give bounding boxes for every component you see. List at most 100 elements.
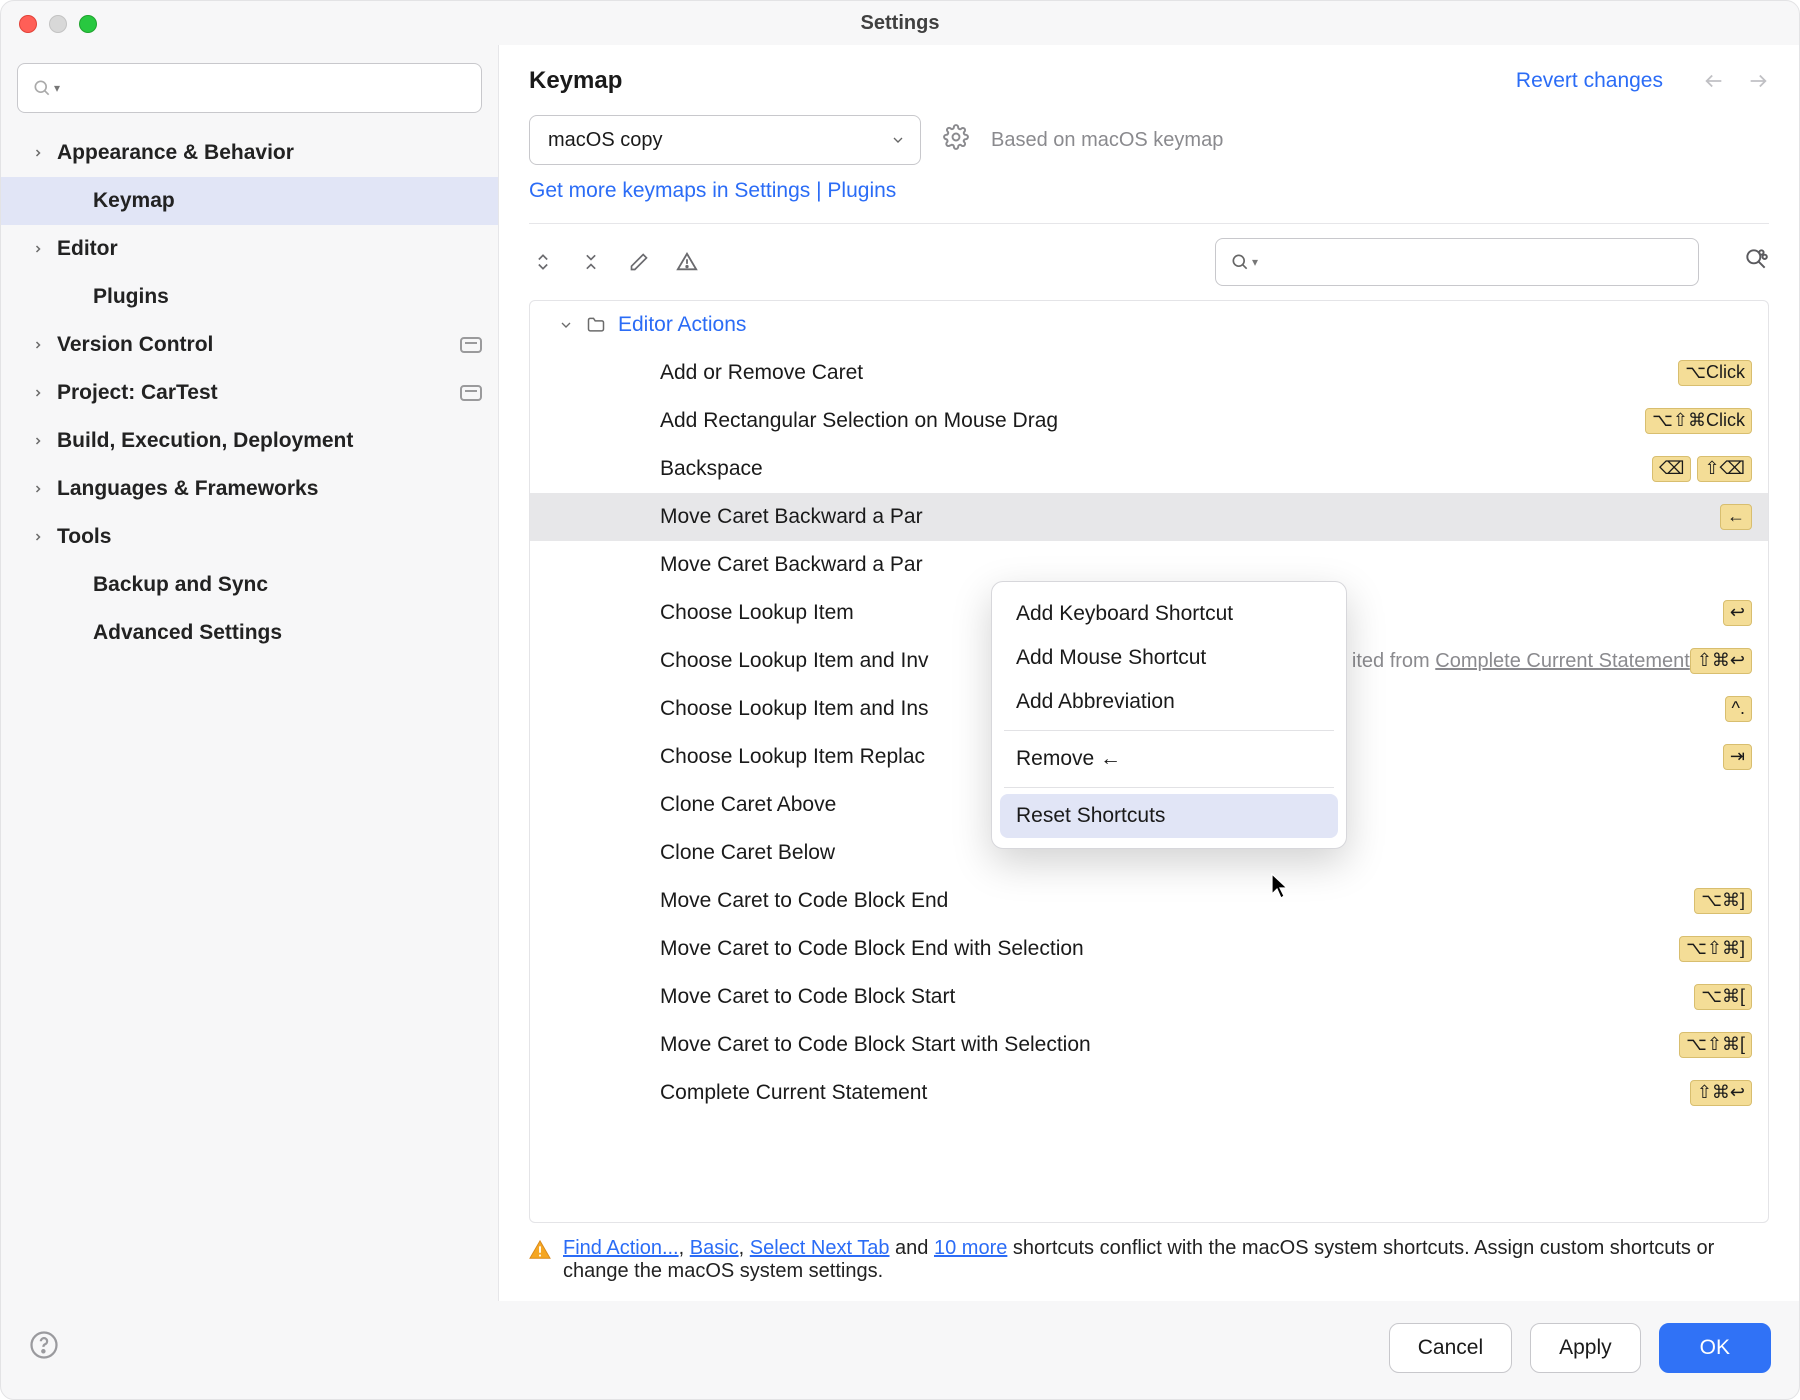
keymap-gear-button[interactable] [943, 124, 969, 156]
sidebar-item-plugins[interactable]: Plugins [1, 273, 498, 321]
project-scope-icon [460, 383, 482, 407]
action-label: Move Caret Backward a Par [660, 505, 1720, 529]
sidebar-item-label: Version Control [57, 333, 213, 357]
shortcut-badges: ⌥⌘] [1694, 888, 1752, 914]
sidebar-search-input[interactable]: ▾ [17, 63, 482, 113]
conflicts-button[interactable] [673, 248, 701, 276]
chevron-right-icon [29, 147, 47, 159]
sidebar-item-advanced-settings[interactable]: Advanced Settings [1, 609, 498, 657]
edit-shortcut-button[interactable] [625, 248, 653, 276]
menu-reset-shortcuts[interactable]: Reset Shortcuts [1000, 794, 1338, 838]
action-label: Add Rectangular Selection on Mouse Drag [660, 409, 1645, 433]
find-by-shortcut-button[interactable] [1743, 246, 1769, 278]
action-row[interactable]: Complete Current Statement⇧⌘↩ [530, 1069, 1768, 1117]
action-label: Move Caret to Code Block Start with Sele… [660, 1033, 1679, 1057]
shortcut-badges: ^. [1725, 696, 1752, 722]
shortcut-badge: ← [1720, 504, 1752, 530]
main-header: Keymap Revert changes [499, 45, 1799, 115]
sidebar-item-label: Advanced Settings [93, 621, 282, 645]
cancel-button[interactable]: Cancel [1389, 1323, 1512, 1373]
get-more-keymaps-link[interactable]: Get more keymaps in Settings | Plugins [529, 179, 896, 202]
shortcut-badges: ↩ [1723, 600, 1752, 626]
window-title: Settings [861, 12, 940, 35]
shortcut-badge: ⇥ [1723, 744, 1752, 770]
action-row[interactable]: Move Caret Backward a Par← [530, 493, 1768, 541]
folder-icon [586, 315, 606, 335]
inherited-from-label: ited from Complete Current Statement [1352, 650, 1690, 673]
page-title: Keymap [529, 67, 622, 95]
conflict-link-select-next-tab[interactable]: Select Next Tab [750, 1237, 890, 1259]
conflict-warning-text: Find Action..., Basic, Select Next Tab a… [563, 1237, 1769, 1283]
sidebar-item-backup-and-sync[interactable]: Backup and Sync [1, 561, 498, 609]
conflict-link-more[interactable]: 10 more [934, 1237, 1007, 1259]
shortcut-badges: ⇧⌘↩ [1690, 1080, 1752, 1106]
actions-group-header[interactable]: Editor Actions [530, 301, 1768, 349]
pencil-icon [629, 252, 649, 272]
sidebar-item-editor[interactable]: Editor [1, 225, 498, 273]
expand-all-button[interactable] [529, 248, 557, 276]
sidebar-item-label: Languages & Frameworks [57, 477, 318, 501]
action-row[interactable]: Backspace⌫⇧⌫ [530, 445, 1768, 493]
back-icon[interactable] [1703, 70, 1725, 92]
ok-button[interactable]: OK [1659, 1323, 1771, 1373]
sidebar-item-tools[interactable]: Tools [1, 513, 498, 561]
menu-add-keyboard-shortcut[interactable]: Add Keyboard Shortcut [992, 592, 1346, 636]
dialog-footer: Cancel Apply OK [1, 1301, 1799, 1399]
sidebar-item-languages-frameworks[interactable]: Languages & Frameworks [1, 465, 498, 513]
keymap-select[interactable]: macOS copy [529, 115, 921, 165]
actions-search-input[interactable]: ▾ [1215, 238, 1699, 286]
chevron-down-icon [558, 317, 574, 333]
chevron-down-icon [890, 132, 906, 148]
help-button[interactable] [29, 1330, 59, 1366]
conflict-link-basic[interactable]: Basic [690, 1237, 739, 1259]
action-label: Add or Remove Caret [660, 361, 1678, 385]
conflict-link-find-action[interactable]: Find Action... [563, 1237, 679, 1259]
search-icon [1230, 252, 1250, 272]
warning-icon [529, 1239, 551, 1267]
shortcut-badges: ← [1720, 504, 1752, 530]
sidebar-item-version-control[interactable]: Version Control [1, 321, 498, 369]
zoom-window-button[interactable] [79, 15, 97, 33]
chevron-right-icon [29, 339, 47, 351]
shortcut-badges: ⌫⇧⌫ [1652, 456, 1752, 482]
action-row[interactable]: Move Caret to Code Block End with Select… [530, 925, 1768, 973]
action-label: Backspace [660, 457, 1652, 481]
collapse-all-button[interactable] [577, 248, 605, 276]
conflict-warning: Find Action..., Basic, Select Next Tab a… [499, 1223, 1799, 1301]
shortcut-badge: ↩ [1723, 600, 1752, 626]
find-shortcut-icon [1743, 246, 1769, 272]
forward-icon[interactable] [1747, 70, 1769, 92]
action-label: Complete Current Statement [660, 1081, 1690, 1105]
menu-add-abbreviation[interactable]: Add Abbreviation [992, 680, 1346, 724]
sidebar-item-project-cartest[interactable]: Project: CarTest [1, 369, 498, 417]
gear-icon [943, 124, 969, 150]
shortcut-badges: ⌥Click [1678, 360, 1752, 386]
titlebar: Settings [1, 1, 1799, 45]
settings-sidebar: ▾ Appearance & BehaviorKeymap Editor Plugi… [1, 45, 499, 1301]
sidebar-item-keymap[interactable]: Keymap [1, 177, 498, 225]
menu-separator [1004, 730, 1334, 731]
sidebar-item-appearance-behavior[interactable]: Appearance & Behavior [1, 129, 498, 177]
menu-add-mouse-shortcut[interactable]: Add Mouse Shortcut [992, 636, 1346, 680]
action-label: Move Caret to Code Block End with Select… [660, 937, 1679, 961]
apply-button[interactable]: Apply [1530, 1323, 1641, 1373]
minimize-window-button[interactable] [49, 15, 67, 33]
revert-changes-link[interactable]: Revert changes [1516, 69, 1663, 93]
action-row[interactable]: Move Caret to Code Block Start⌥⌘[ [530, 973, 1768, 1021]
shortcut-badge: ^. [1725, 696, 1752, 722]
action-row[interactable]: Add Rectangular Selection on Mouse Drag⌥… [530, 397, 1768, 445]
menu-remove-shortcut[interactable]: Remove ← [992, 737, 1346, 781]
sidebar-item-build-execution-deployment[interactable]: Build, Execution, Deployment [1, 417, 498, 465]
chevron-right-icon [29, 483, 47, 495]
shortcut-badges: ⇧⌘↩ [1690, 648, 1752, 674]
action-row[interactable]: Move Caret to Code Block Start with Sele… [530, 1021, 1768, 1069]
sidebar-item-label: Editor [57, 237, 118, 261]
search-dropdown-caret-icon: ▾ [54, 81, 60, 95]
action-label: Move Caret Backward a Par [660, 553, 1752, 577]
close-window-button[interactable] [19, 15, 37, 33]
help-icon [29, 1330, 59, 1360]
action-row[interactable]: Add or Remove Caret⌥Click [530, 349, 1768, 397]
shortcut-badge: ⇧⌘↩ [1690, 648, 1752, 674]
action-row[interactable]: Move Caret to Code Block End⌥⌘] [530, 877, 1768, 925]
body: ▾ Appearance & BehaviorKeymapEditorPlugi… [1, 45, 1799, 1301]
